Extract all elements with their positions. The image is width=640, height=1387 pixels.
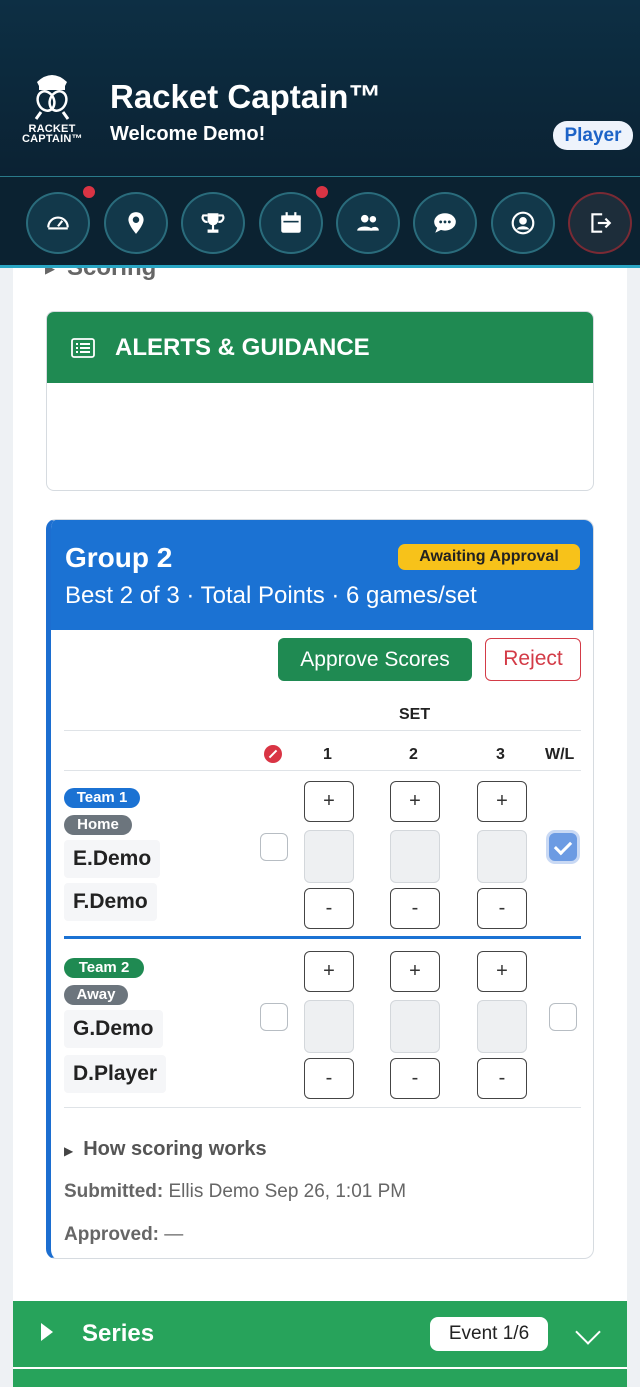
set-1-minus-button[interactable]: - [304,888,354,929]
nav-people-button[interactable] [336,192,400,254]
set-3-minus-button[interactable]: - [477,888,527,929]
set-3-plus-button[interactable]: + [477,781,527,822]
app-header: RACKET CAPTAIN™ Racket Captain™ Welcome … [0,0,640,176]
set-2-score-input[interactable] [390,1000,440,1053]
set-3-plus-button[interactable]: + [477,951,527,992]
nav-profile-button[interactable] [491,192,555,254]
team-separator [64,936,581,939]
alerts-header: ALERTS & GUIDANCE [47,312,593,383]
nav-calendar-button[interactable] [259,192,323,254]
team-2-winner-checkbox[interactable] [549,1003,577,1031]
welcome-message: Welcome Demo! [110,123,266,145]
app-title: Racket Captain™ [110,78,382,115]
team-1-label: Team 1 [64,788,140,808]
player-name: E.Demo [64,840,161,878]
main-content: ▶Scoring ALERTS & GUIDANCE Group 2 Await… [13,268,627,1387]
set-3-header: 3 [496,746,505,763]
status-badge: Awaiting Approval [398,544,580,570]
submitted-info: Submitted: Ellis Demo Sep 26, 1:01 PM [64,1181,407,1202]
player-name: D.Player [64,1055,167,1093]
series-title: Series [82,1320,155,1347]
set-1-header: 1 [323,746,332,763]
forfeit-icon [264,745,282,763]
team-1-winner-checkbox[interactable] [549,833,577,861]
set-2-plus-button[interactable]: + [390,781,440,822]
chevron-down-icon[interactable] [575,1319,601,1345]
caret-right-icon [41,1323,53,1341]
group-score-card: Group 2 Awaiting Approval Best 2 of 3 · … [46,519,594,1259]
alerts-title: ALERTS & GUIDANCE [115,333,370,361]
set-1-score-input[interactable] [304,1000,354,1053]
dashboard-gauge-icon [47,216,69,230]
how-scoring-works-toggle[interactable]: ▶ How scoring works [64,1138,267,1161]
captain-hat-rackets-icon [34,75,70,120]
main-nav [0,176,640,268]
set-header: SET [399,706,431,723]
nav-chat-button[interactable] [413,192,477,254]
divider [64,770,581,771]
notification-dot [314,184,330,200]
group-format: Best 2 of 3 · Total Points · 6 games/set [65,582,477,609]
set-1-score-input[interactable] [304,830,354,883]
set-1-plus-button[interactable]: + [304,781,354,822]
nav-dashboard-button[interactable] [26,192,90,254]
set-3-minus-button[interactable]: - [477,1058,527,1099]
user-circle-icon [511,211,535,235]
player-name: G.Demo [64,1010,163,1048]
people-icon [357,214,379,231]
logo-text: RACKET CAPTAIN™ [22,123,83,145]
team-1-forfeit-checkbox[interactable] [260,833,288,861]
divider [64,1107,581,1108]
card-list-icon [71,337,95,358]
set-2-header: 2 [409,746,418,763]
team-2-forfeit-checkbox[interactable] [260,1003,288,1031]
trophy-icon [201,213,225,233]
team-2-label: Team 2 [64,958,144,978]
player-name: F.Demo [64,883,157,921]
group-title: Group 2 [65,542,173,573]
nav-trophy-button[interactable] [181,192,245,254]
racket-captain-logo[interactable]: RACKET CAPTAIN™ [22,66,82,146]
caret-right-icon: ▶ [45,268,55,276]
nav-location-button[interactable] [104,192,168,254]
nav-logout-button[interactable] [568,192,632,254]
set-1-plus-button[interactable]: + [304,951,354,992]
event-count-badge: Event 1/6 [430,1317,548,1351]
divider [64,730,581,731]
set-3-score-input[interactable] [477,1000,527,1053]
approve-scores-button[interactable]: Approve Scores [278,638,472,681]
location-pin-icon [128,212,144,234]
set-2-minus-button[interactable]: - [390,888,440,929]
next-section-header[interactable] [13,1369,627,1387]
reject-button[interactable]: Reject [485,638,581,681]
set-2-plus-button[interactable]: + [390,951,440,992]
scoring-section-toggle[interactable]: ▶Scoring [45,268,156,282]
logout-icon [591,213,612,233]
caret-right-icon: ▶ [64,1144,74,1158]
set-2-minus-button[interactable]: - [390,1058,440,1099]
away-label: Away [64,985,128,1005]
group-header: Group 2 Awaiting Approval Best 2 of 3 · … [51,520,593,630]
alerts-panel: ALERTS & GUIDANCE [46,311,594,491]
home-label: Home [64,815,132,835]
approved-info: Approved: — [64,1224,184,1245]
notification-dot [81,184,97,200]
set-1-minus-button[interactable]: - [304,1058,354,1099]
calendar-icon [281,212,301,233]
set-2-score-input[interactable] [390,830,440,883]
set-3-score-input[interactable] [477,830,527,883]
role-badge[interactable]: Player [553,121,633,150]
win-loss-header: W/L [545,746,575,763]
series-section-header[interactable]: Series Event 1/6 [13,1301,627,1367]
chat-bubble-icon [434,213,456,233]
